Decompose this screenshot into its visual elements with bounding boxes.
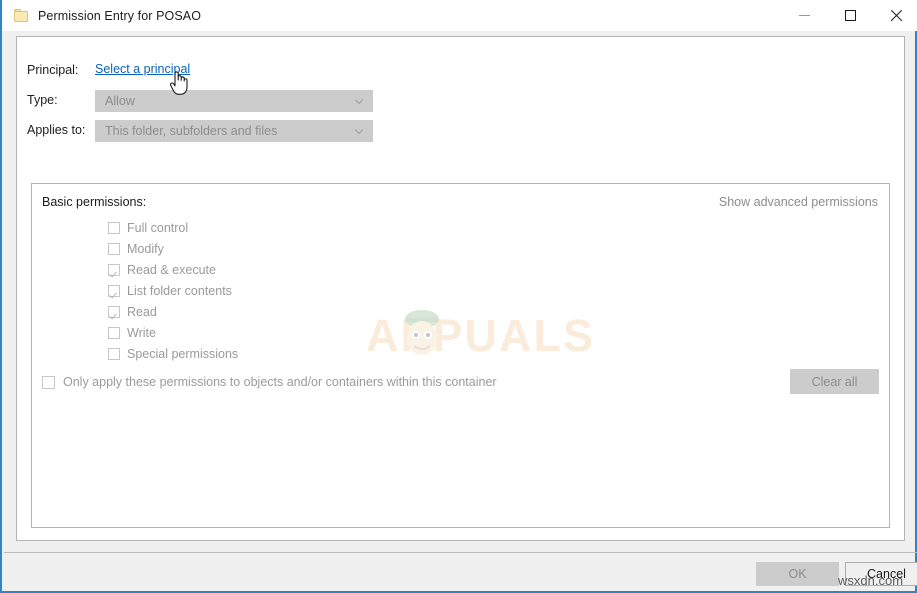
permission-label: Read bbox=[127, 304, 157, 319]
permission-checkbox[interactable] bbox=[108, 221, 120, 234]
permission-checkbox[interactable] bbox=[108, 284, 120, 297]
type-label: Type: bbox=[27, 93, 58, 107]
footer-separator bbox=[4, 552, 917, 553]
folder-icon bbox=[14, 9, 29, 22]
permission-entry-dialog: Permission Entry for POSAO Principal: Se… bbox=[0, 0, 917, 593]
type-dropdown-value: Allow bbox=[105, 94, 135, 108]
permission-label: Special permissions bbox=[127, 346, 239, 361]
applies-to-dropdown-value: This folder, subfolders and files bbox=[105, 124, 278, 138]
permission-row[interactable]: Special permissions bbox=[108, 343, 238, 364]
maximize-button[interactable] bbox=[827, 0, 873, 31]
applies-to-dropdown[interactable]: This folder, subfolders and files bbox=[95, 120, 373, 142]
permission-row[interactable]: List folder contents bbox=[108, 280, 238, 301]
permission-row[interactable]: Write bbox=[108, 322, 238, 343]
minimize-button[interactable] bbox=[781, 0, 827, 31]
close-button[interactable] bbox=[873, 0, 917, 31]
permission-label: Read & execute bbox=[127, 262, 216, 277]
permission-row[interactable]: Read & execute bbox=[108, 259, 238, 280]
show-advanced-permissions-link[interactable]: Show advanced permissions bbox=[719, 195, 878, 209]
only-apply-checkbox[interactable] bbox=[42, 375, 55, 389]
permission-checkbox[interactable] bbox=[108, 347, 120, 360]
minimize-icon bbox=[798, 15, 810, 16]
close-icon bbox=[890, 9, 903, 22]
only-apply-label: Only apply these permissions to objects … bbox=[63, 375, 497, 389]
ok-button[interactable]: OK bbox=[756, 562, 839, 586]
site-watermark: wsxdn.com bbox=[838, 573, 904, 588]
content-panel: Principal: Select a principal Type: Allo… bbox=[16, 36, 905, 541]
principal-label: Principal: bbox=[27, 63, 79, 77]
type-dropdown[interactable]: Allow bbox=[95, 90, 373, 112]
chevron-down-icon bbox=[355, 99, 363, 107]
select-a-principal-link[interactable]: Select a principal bbox=[95, 62, 190, 76]
permission-row[interactable]: Read bbox=[108, 301, 238, 322]
permissions-list: Full control Modify Read & execute List fol… bbox=[108, 217, 238, 364]
permission-row[interactable]: Full control bbox=[108, 217, 238, 238]
clear-all-button[interactable]: Clear all bbox=[790, 369, 879, 394]
applies-to-label: Applies to: bbox=[27, 123, 86, 137]
window-title: Permission Entry for POSAO bbox=[38, 8, 202, 23]
permission-checkbox[interactable] bbox=[108, 305, 120, 318]
maximize-icon bbox=[844, 10, 856, 21]
title-bar: Permission Entry for POSAO bbox=[2, 0, 917, 31]
permission-row[interactable]: Modify bbox=[108, 238, 238, 259]
permission-label: List folder contents bbox=[127, 283, 232, 298]
only-apply-checkbox-row[interactable]: Only apply these permissions to objects … bbox=[42, 375, 497, 389]
permission-label: Modify bbox=[127, 241, 164, 256]
chevron-down-icon bbox=[355, 129, 363, 137]
permission-label: Write bbox=[127, 325, 156, 340]
permission-checkbox[interactable] bbox=[108, 263, 120, 276]
permission-label: Full control bbox=[127, 220, 189, 235]
basic-permissions-label: Basic permissions: bbox=[42, 195, 147, 209]
title-bar-left: Permission Entry for POSAO bbox=[14, 0, 201, 31]
basic-permissions-groupbox: Basic permissions: Show advanced permiss… bbox=[31, 183, 890, 528]
permission-checkbox[interactable] bbox=[108, 242, 120, 255]
permission-checkbox[interactable] bbox=[108, 326, 120, 339]
